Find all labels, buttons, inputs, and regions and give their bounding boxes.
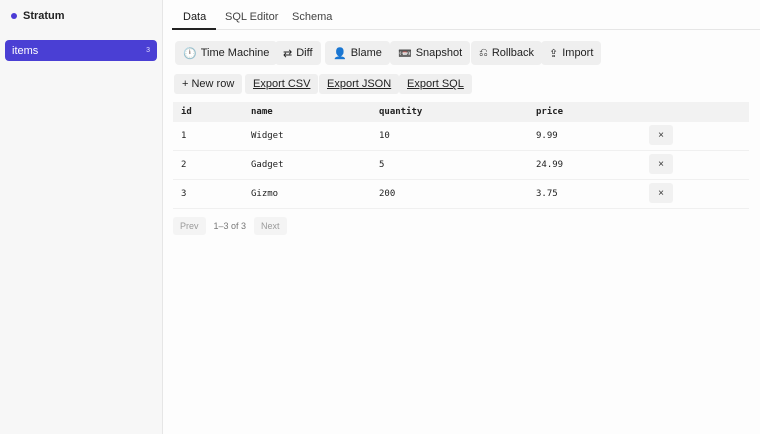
cell-id[interactable]: 2 [181,160,186,170]
export-sql-label: Export SQL [407,78,464,90]
blame-label: Blame [350,47,382,59]
sidebar-item-items[interactable]: items 3 [5,40,157,61]
table-row: 1 Widget 10 9.99 × [173,122,749,151]
delete-row-button[interactable]: × [649,183,673,203]
blame-button[interactable]: 👤 Blame [325,41,390,65]
cell-id[interactable]: 3 [181,189,186,199]
import-label: Import [562,47,594,59]
time-machine-button[interactable]: 🕛 Time Machine [175,41,278,65]
export-json-button[interactable]: Export JSON [319,74,400,94]
diff-button[interactable]: ⇄ Diff [275,41,321,65]
new-row-label: + New row [182,78,235,90]
cell-name[interactable]: Widget [251,131,284,141]
cell-price[interactable]: 24.99 [536,160,563,170]
tab-data[interactable]: Data [183,11,206,23]
user-icon: 👤 [333,47,347,60]
next-page-button[interactable]: Next [254,217,287,235]
cell-quantity[interactable]: 5 [379,160,384,170]
brand-name: Stratum [23,10,65,22]
swap-icon: ⇄ [283,47,293,60]
cell-quantity[interactable]: 200 [379,189,395,199]
cell-price[interactable]: 3.75 [536,189,558,199]
cell-name[interactable]: Gadget [251,160,284,170]
cell-id[interactable]: 1 [181,131,186,141]
column-header-price[interactable]: price [536,107,563,117]
cell-quantity[interactable]: 10 [379,131,390,141]
prev-page-button[interactable]: Prev [173,217,206,235]
export-json-label: Export JSON [327,78,392,90]
cell-name[interactable]: Gizmo [251,189,278,199]
page-info: 1–3 of 3 [213,221,247,231]
brand-dot-icon [11,13,17,19]
table-row: 3 Gizmo 200 3.75 × [173,180,749,209]
upload-icon: ⇪ [549,47,559,60]
table-row: 2 Gadget 5 24.99 × [173,151,749,180]
rollback-icon: ⎌ [479,46,488,59]
rollback-label: Rollback [491,47,534,59]
data-table: id name quantity price 1 Widget 10 9.99 … [173,102,749,209]
export-csv-button[interactable]: Export CSV [245,74,319,94]
tab-schema[interactable]: Schema [292,11,332,23]
sidebar-item-label: items [12,44,39,57]
snapshot-label: Snapshot [415,47,463,59]
tab-sql-editor[interactable]: SQL Editor [225,11,278,23]
export-csv-label: Export CSV [253,78,311,90]
diff-label: Diff [296,47,313,59]
sidebar-item-count: 3 [146,47,150,54]
new-row-button[interactable]: + New row [174,74,243,94]
column-header-name[interactable]: name [251,107,273,117]
sidebar: Stratum items 3 [0,0,163,434]
snapshot-icon: 📼 [398,47,412,60]
time-machine-label: Time Machine [200,47,270,59]
rollback-button[interactable]: ⎌ Rollback [471,41,542,65]
import-button[interactable]: ⇪ Import [541,41,602,65]
delete-row-button[interactable]: × [649,154,673,174]
column-header-quantity[interactable]: quantity [379,107,422,117]
active-tab-indicator [172,28,216,30]
clock-icon: 🕛 [183,47,197,60]
pagination: Prev 1–3 of 3 Next [173,217,287,235]
export-sql-button[interactable]: Export SQL [399,74,472,94]
cell-price[interactable]: 9.99 [536,131,558,141]
snapshot-button[interactable]: 📼 Snapshot [390,41,471,65]
brand: Stratum [11,10,65,22]
table-header: id name quantity price [173,102,749,122]
delete-row-button[interactable]: × [649,125,673,145]
column-header-id[interactable]: id [181,107,192,117]
